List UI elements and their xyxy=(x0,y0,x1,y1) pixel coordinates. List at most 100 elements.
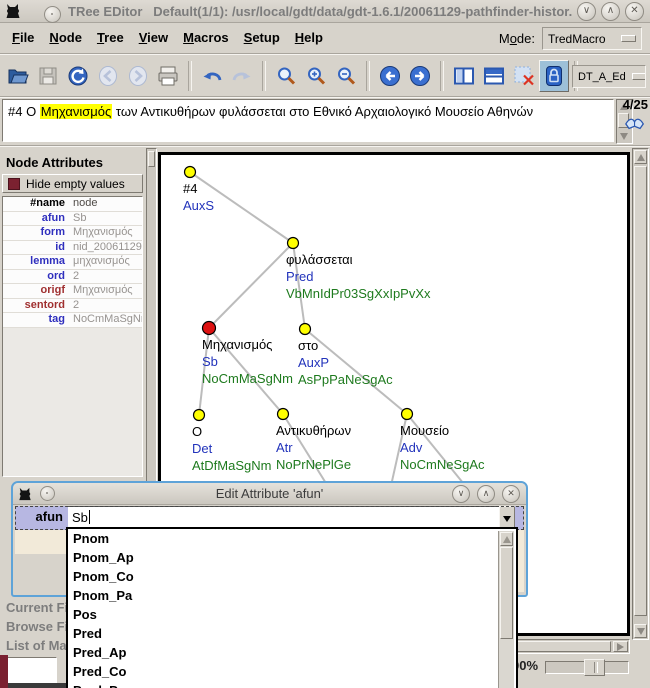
undo-button[interactable] xyxy=(197,60,227,92)
tree-node-sb[interactable] xyxy=(201,320,217,336)
attributes-table[interactable]: #name node afun Sb form Μηχανισμός id nid_20061… xyxy=(2,196,143,477)
macro-profile-select[interactable]: DT_A_Ed xyxy=(572,65,646,88)
window-close-button[interactable]: ✕ xyxy=(625,2,644,21)
attribute-name: #name xyxy=(30,197,65,209)
padlock-icon xyxy=(546,66,562,86)
toolbar xyxy=(0,56,650,96)
option-menu-indicator-icon xyxy=(621,35,636,42)
attribute-row-name[interactable]: #name node xyxy=(3,197,142,212)
scrollbar-thumb[interactable] xyxy=(500,547,513,639)
option-pred_co[interactable]: Pred_Co xyxy=(68,662,516,681)
sentence-text-area[interactable]: #4 Ο Μηχανισμός των Αντικυθήρων φυλάσσετ… xyxy=(2,99,614,142)
tree-node-root[interactable] xyxy=(183,165,197,179)
attribute-row-id[interactable]: id nid_20061129-p xyxy=(3,240,142,255)
option-pnom_pa[interactable]: Pnom_Pa xyxy=(68,586,516,605)
reload-circle-icon xyxy=(68,66,88,86)
dialog-restore-button[interactable]: ∧ xyxy=(477,484,495,503)
tree-node-det[interactable] xyxy=(192,408,206,422)
checkbox-icon[interactable] xyxy=(8,177,20,190)
attribute-row-tag[interactable]: tag NoCmMaSgNm xyxy=(3,313,142,328)
scrollbar-thumb[interactable] xyxy=(634,166,647,616)
clear-dither-button[interactable] xyxy=(509,60,539,92)
scroll-up-icon[interactable] xyxy=(634,150,647,164)
tree-node-atr[interactable] xyxy=(276,407,290,421)
toolbar-separator xyxy=(0,96,650,98)
menu-macros[interactable]: Macros xyxy=(183,30,229,45)
window-restore-button[interactable]: ∧ xyxy=(601,2,620,21)
node-tag: AtDfMaSgNm xyxy=(192,458,271,473)
tree-counter: 4/25 xyxy=(622,97,648,112)
split-horizontal-button[interactable] xyxy=(479,60,509,92)
magnifier-minus-icon xyxy=(338,67,356,85)
tree-node-adv[interactable] xyxy=(400,407,414,421)
node-tag: AsPpPaNeSgAc xyxy=(298,372,393,387)
dialog-menu-button[interactable] xyxy=(40,486,55,501)
book-icon[interactable] xyxy=(624,112,646,137)
option-pos[interactable]: Pos xyxy=(68,605,516,624)
dialog-shade-button[interactable]: ∨ xyxy=(452,484,470,503)
next-tree-button[interactable] xyxy=(405,60,435,92)
menu-tree[interactable]: Tree xyxy=(97,30,124,45)
node-afun: Atr xyxy=(276,440,293,455)
print-button[interactable] xyxy=(153,60,183,92)
menu-file[interactable]: File xyxy=(12,30,34,45)
toolbar-separator xyxy=(262,61,266,91)
mode-select[interactable]: TredMacro xyxy=(542,27,642,50)
attribute-row-lemma[interactable]: lemma μηχανισμός xyxy=(3,255,142,270)
split-vertical-button[interactable] xyxy=(449,60,479,92)
pane-separator xyxy=(0,145,650,147)
macro-input-field[interactable] xyxy=(5,657,57,683)
option-pnom_co[interactable]: Pnom_Co xyxy=(68,567,516,586)
title-bar: TRee EDitor Default(1/1): /usr/local/gdt… xyxy=(0,0,650,23)
dialog-close-button[interactable]: ✕ xyxy=(502,484,520,503)
attribute-value: μηχανισμός xyxy=(73,255,130,267)
previous-tree-button[interactable] xyxy=(375,60,405,92)
find-button[interactable] xyxy=(271,60,301,92)
option-pred_ap[interactable]: Pred_Ap xyxy=(68,643,516,662)
option-pred_pa[interactable]: Pred_Pa xyxy=(68,681,516,688)
option-pnom[interactable]: Pnom xyxy=(68,529,516,548)
tree-node-auxp[interactable] xyxy=(298,322,312,336)
zoom-in-button[interactable] xyxy=(301,60,331,92)
canvas-vertical-scrollbar[interactable] xyxy=(632,148,649,640)
window-shade-button[interactable]: ∨ xyxy=(577,2,596,21)
bottom-label-1: Browse Fil xyxy=(6,619,72,634)
mode-label: Mode: xyxy=(498,31,535,46)
open-file-button[interactable] xyxy=(3,60,33,92)
scroll-down-icon[interactable] xyxy=(634,624,647,638)
save-floppy-icon xyxy=(39,67,57,85)
hide-empty-values-checkbox[interactable]: Hide empty values xyxy=(2,174,143,193)
attribute-name: afun xyxy=(41,211,65,224)
attribute-row-sentord[interactable]: sentord 2 xyxy=(3,298,142,313)
reload-button[interactable] xyxy=(63,60,93,92)
checkbox-label: Hide empty values xyxy=(26,176,125,191)
node-word: στο xyxy=(298,338,318,353)
attribute-row-form[interactable]: form Μηχανισμός xyxy=(3,226,142,241)
scrollbar-thumb[interactable] xyxy=(148,151,155,167)
zoom-out-button[interactable] xyxy=(331,60,361,92)
afun-options-list[interactable]: Pnom Pnom_Ap Pnom_Co Pnom_Pa Pos Pred Pred_Ap P… xyxy=(66,527,518,688)
attribute-row-ord[interactable]: ord 2 xyxy=(3,269,142,284)
menu-view[interactable]: View xyxy=(139,30,168,45)
scroll-right-icon[interactable] xyxy=(613,641,628,652)
dialog-button-area xyxy=(15,554,68,591)
attribute-row-origf[interactable]: origf Μηχανισμός xyxy=(3,284,142,299)
checkered-red-x-icon xyxy=(514,66,534,86)
window-menu-button[interactable] xyxy=(44,5,61,23)
tree-node-pred[interactable] xyxy=(286,236,300,250)
lock-view-button[interactable] xyxy=(539,60,569,92)
menu-node[interactable]: Node xyxy=(49,30,82,45)
dialog-controls: ∨ ∧ ✕ xyxy=(452,484,520,503)
scroll-up-icon[interactable] xyxy=(500,532,513,546)
zoom-slider[interactable] xyxy=(545,659,629,676)
tree-edge xyxy=(208,242,294,329)
list-scrollbar[interactable] xyxy=(498,531,514,688)
menu-setup[interactable]: Setup xyxy=(244,30,280,45)
menu-help[interactable]: Help xyxy=(295,30,323,45)
option-pnom_ap[interactable]: Pnom_Ap xyxy=(68,548,516,567)
option-pred[interactable]: Pred xyxy=(68,624,516,643)
zoom-slider-handle[interactable] xyxy=(584,659,605,676)
attribute-row-afun[interactable]: afun Sb xyxy=(3,211,142,226)
macro-profile-value: DT_A_Ed xyxy=(578,70,626,83)
menu-separator xyxy=(0,53,650,55)
